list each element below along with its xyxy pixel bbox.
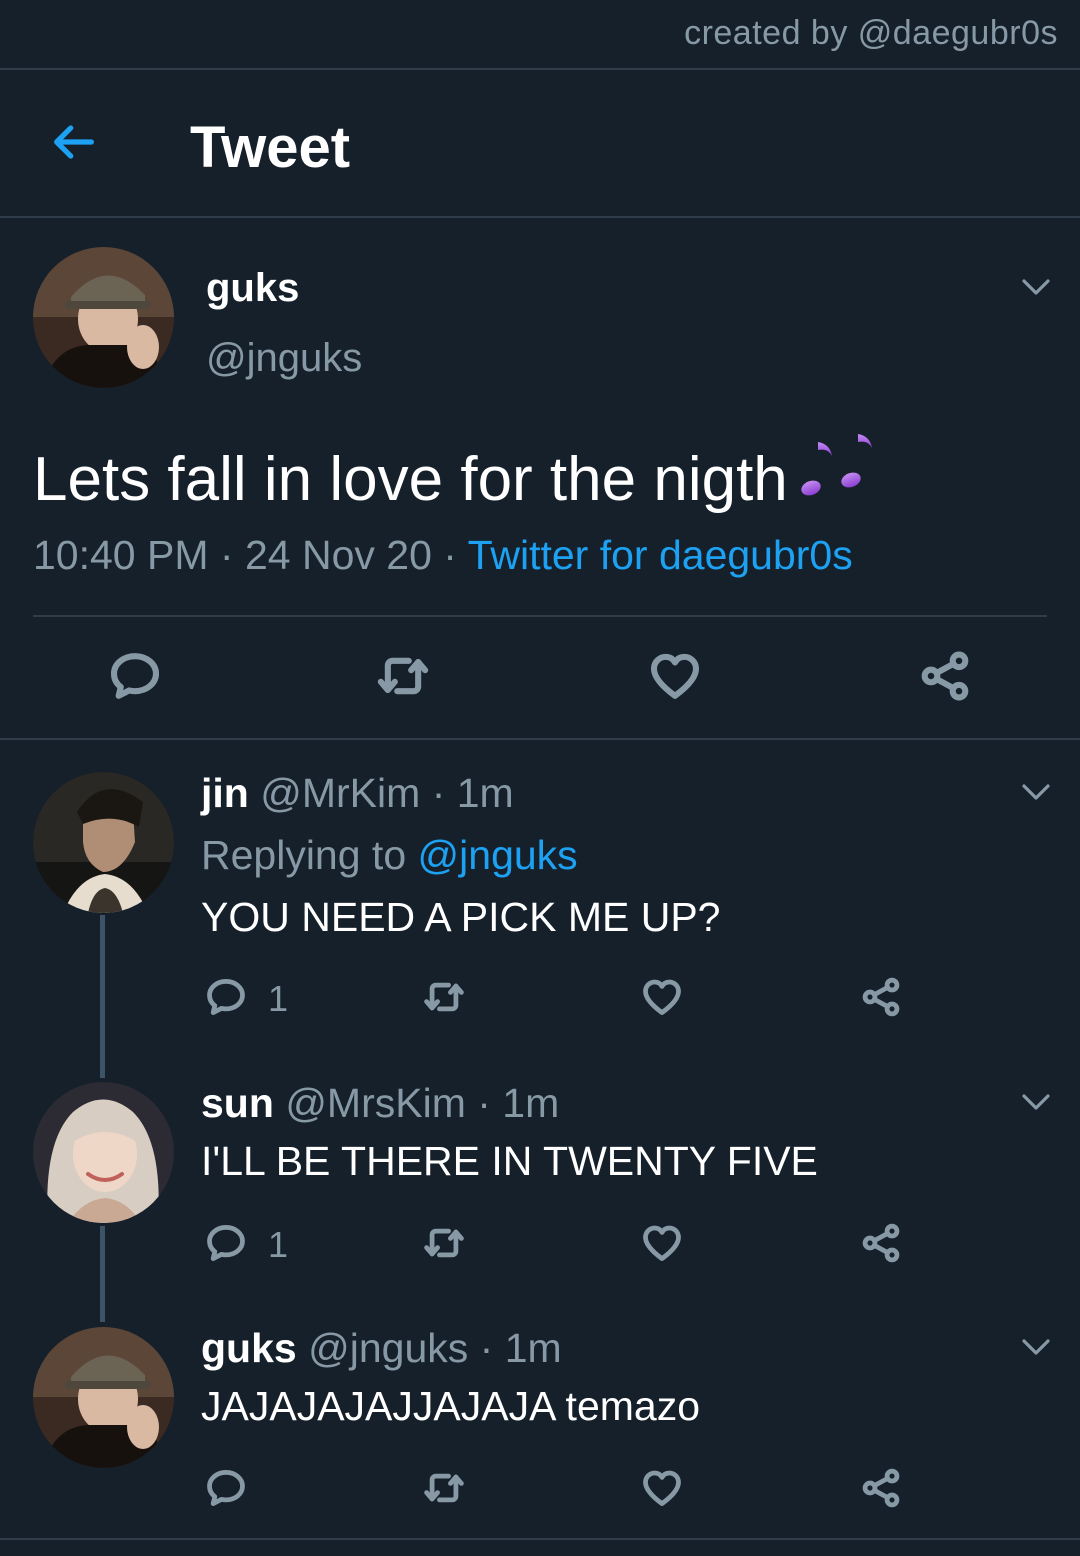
share-icon[interactable]: [859, 1466, 903, 1510]
reply-author-name[interactable]: jin: [201, 770, 249, 816]
author-name[interactable]: guks: [206, 266, 299, 311]
replying-label: Replying to: [201, 832, 407, 878]
reply-author-handle[interactable]: @MrsKim: [285, 1080, 466, 1126]
avatar[interactable]: [33, 1082, 174, 1223]
reply-header: sun @MrsKim · 1m: [201, 1080, 559, 1127]
reply-icon[interactable]: [107, 648, 163, 704]
heart-icon[interactable]: [647, 648, 703, 704]
heart-icon[interactable]: [640, 1221, 684, 1265]
tweet-time: 10:40 PM: [33, 532, 209, 578]
reply-count: 1: [268, 1224, 289, 1265]
thread-connector: [100, 915, 105, 1078]
retweet-icon[interactable]: [422, 1466, 466, 1510]
creator-credit: created by @daegubr0s: [684, 14, 1058, 52]
tweet-text-body: Lets fall in love for the nigth: [33, 445, 788, 514]
musical-notes-icon: [801, 434, 872, 496]
meta-separator: ·: [219, 532, 234, 578]
replying-to: Replying to @jnguks: [201, 832, 578, 879]
reply-text: I'LL BE THERE IN TWENTY FIVE: [201, 1138, 818, 1184]
page-title: Tweet: [190, 115, 351, 180]
chevron-down-icon[interactable]: [1020, 781, 1052, 803]
chevron-down-icon[interactable]: [1020, 276, 1052, 298]
replying-handle-link[interactable]: @jnguks: [418, 832, 578, 878]
reply-count: 1: [268, 978, 289, 1019]
heart-icon[interactable]: [640, 1466, 684, 1510]
retweet-icon[interactable]: [422, 975, 466, 1019]
chevron-down-icon[interactable]: [1020, 1091, 1052, 1113]
divider: [0, 738, 1080, 740]
retweet-icon[interactable]: [422, 1221, 466, 1265]
tweet-date: 24 Nov 20: [244, 532, 432, 578]
retweet-icon[interactable]: [375, 648, 431, 704]
author-handle[interactable]: @jnguks: [206, 336, 362, 381]
reply-text: YOU NEED A PICK ME UP?: [201, 894, 721, 940]
tweet-text: Lets fall in love for the nigth: [33, 430, 876, 515]
reply-time: · 1m: [477, 1080, 560, 1126]
thread-connector: [100, 1226, 105, 1322]
reply-icon[interactable]: [204, 1466, 248, 1510]
meta-separator: ·: [443, 532, 457, 578]
tweet-meta: 10:40 PM · 24 Nov 20 · Twitter for daegu…: [33, 532, 853, 579]
avatar[interactable]: [33, 247, 174, 388]
reply-author-name[interactable]: guks: [201, 1325, 297, 1371]
divider: [33, 615, 1047, 617]
avatar[interactable]: [33, 772, 174, 913]
top-header: Tweet: [0, 70, 1080, 218]
reply-header: guks @jnguks · 1m: [201, 1325, 562, 1372]
avatar[interactable]: [33, 1327, 174, 1468]
reply-time: · 1m: [479, 1325, 562, 1371]
divider: [0, 1538, 1080, 1540]
reply-author-name[interactable]: sun: [201, 1080, 274, 1126]
share-icon[interactable]: [917, 648, 973, 704]
share-icon[interactable]: [859, 1221, 903, 1265]
divider: [0, 216, 1080, 218]
reply-time: · 1m: [431, 770, 514, 816]
reply-icon[interactable]: [204, 975, 248, 1019]
heart-icon[interactable]: [640, 975, 684, 1019]
chevron-down-icon[interactable]: [1020, 1336, 1052, 1358]
reply-text: JAJAJAJAJJAJAJA temazo: [201, 1383, 701, 1429]
arrow-left-icon[interactable]: [48, 116, 100, 168]
reply-header: jin @MrKim · 1m: [201, 770, 514, 817]
reply-author-handle[interactable]: @MrKim: [260, 770, 420, 816]
reply-icon[interactable]: [204, 1221, 248, 1265]
share-icon[interactable]: [859, 975, 903, 1019]
tweet-source-link[interactable]: Twitter for daegubr0s: [468, 532, 853, 578]
reply-author-handle[interactable]: @jnguks: [308, 1325, 468, 1371]
